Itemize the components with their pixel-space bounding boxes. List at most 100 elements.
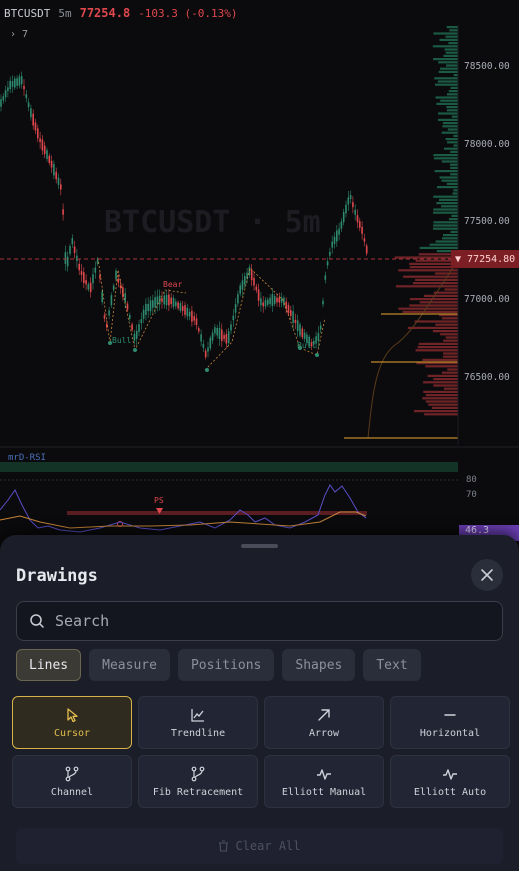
indicator-toggle[interactable]: › 7 (10, 29, 28, 40)
close-button[interactable] (471, 559, 503, 591)
candle-body (60, 184, 62, 190)
pattern-label-bear: Bear (163, 280, 182, 289)
candle-body (253, 277, 255, 286)
candle-body (145, 303, 147, 315)
tool-elliott-manual[interactable]: Elliott Manual (264, 755, 384, 808)
tool-elliott-auto[interactable]: Elliott Auto (390, 755, 510, 808)
current-price-tag: ▼ 77254.80 (451, 250, 519, 268)
tool-trendline[interactable]: Trendline (138, 696, 258, 749)
volume-profile-bar (446, 26, 458, 29)
candle-body (48, 155, 51, 163)
candle-body (287, 304, 290, 314)
volume-profile-bar (443, 355, 458, 358)
volume-profile-bar (433, 157, 458, 160)
candle-body (0, 99, 2, 107)
tab-lines[interactable]: Lines (16, 649, 82, 681)
candle-body (4, 90, 7, 98)
candle-body (66, 256, 69, 267)
last-price: 77254.8 (79, 6, 131, 20)
volume-profile-bar (440, 99, 458, 102)
volume-profile-bar (419, 301, 458, 304)
candle-body (324, 275, 327, 280)
volume-profile-bar (432, 45, 458, 48)
sheet-drag-handle[interactable] (241, 544, 278, 548)
candle-body (338, 228, 340, 235)
tool-fib-retracement[interactable]: Fib Retracement (138, 755, 258, 808)
rsi-marker-label: PS (154, 496, 164, 505)
candle-body (294, 319, 297, 323)
symbol-label[interactable]: BTCUSDT (4, 7, 50, 20)
tool-label: Horizontal (419, 727, 481, 739)
volume-profile-bar (436, 202, 458, 205)
candle-body (83, 272, 85, 284)
search-input[interactable] (53, 611, 477, 631)
volume-profile-bar (438, 61, 458, 64)
candle-body (276, 297, 278, 303)
candle-body (278, 297, 281, 303)
price-axis-label: 77500.00 (464, 216, 510, 227)
candle-body (163, 295, 166, 305)
pattern-label-bull-1: Bull (112, 336, 131, 345)
volume-profile-bar (427, 374, 458, 377)
volume-profile-bar (428, 403, 458, 406)
candle-body (303, 332, 306, 339)
candle-body (184, 305, 186, 315)
tab-positions[interactable]: Positions (177, 649, 275, 681)
volume-profile-bar (431, 406, 458, 409)
tool-cursor[interactable]: Cursor (12, 696, 132, 749)
candle-body (264, 300, 267, 307)
candle-body (250, 269, 253, 281)
volume-profile-bar (445, 336, 458, 339)
volume-profile-bar (413, 410, 458, 413)
candle-body (255, 286, 258, 291)
volume-profile-bar (425, 400, 458, 403)
volume-profile-bar (448, 90, 458, 93)
candle-body (78, 263, 80, 271)
candle-body (14, 78, 16, 88)
volume-profile-bar (423, 294, 458, 297)
candle-body (30, 108, 32, 118)
candle-body (73, 246, 76, 254)
tab-shapes[interactable]: Shapes (282, 649, 356, 681)
timeframe-label[interactable]: 5m (58, 7, 71, 20)
candle-body (359, 221, 361, 228)
candle-body (191, 310, 193, 322)
tab-measure[interactable]: Measure (89, 649, 170, 681)
volume-profile-bar (423, 381, 458, 384)
candle-body (27, 102, 30, 108)
candle-body (62, 209, 64, 215)
tool-horizontal[interactable]: Horizontal (390, 696, 510, 749)
volume-profile-bar (441, 131, 458, 134)
volume-profile-bar (398, 307, 458, 310)
volume-profile-bar (441, 371, 458, 374)
candle-body (94, 267, 97, 273)
volume-profile-bar (417, 346, 458, 349)
volume-profile-bar (437, 80, 458, 83)
candle-body (331, 241, 333, 248)
volume-profile-bar (433, 378, 458, 381)
tool-label: Arrow (308, 727, 340, 739)
volume-profile-bar (443, 387, 458, 390)
volume-profile-bar (451, 214, 458, 217)
candle-body (301, 328, 304, 338)
price-axis-label: 77000.00 (464, 294, 510, 305)
volume-profile-bar (394, 256, 458, 259)
tab-text[interactable]: Text (363, 649, 421, 681)
candle-body (269, 297, 271, 305)
candle-body (207, 347, 209, 352)
volume-profile-bar (442, 237, 458, 240)
volume-profile-bar (439, 198, 458, 201)
volume-profile-bar (451, 115, 458, 118)
tool-channel[interactable]: Channel (12, 755, 132, 808)
candle-body (340, 221, 343, 229)
candle-body (230, 324, 232, 331)
trash-icon (219, 840, 229, 852)
volume-profile-bar (409, 298, 458, 301)
candle-body (16, 78, 18, 86)
candle-body (273, 296, 276, 304)
volume-profile-bar (425, 365, 458, 368)
candle-body (179, 303, 182, 311)
tool-arrow[interactable]: Arrow (264, 696, 384, 749)
price-chart[interactable]: BTCUSDT · 5m Bull Bear Bull 78500.00 780… (0, 0, 519, 535)
clear-all-button[interactable]: Clear All (16, 828, 503, 864)
